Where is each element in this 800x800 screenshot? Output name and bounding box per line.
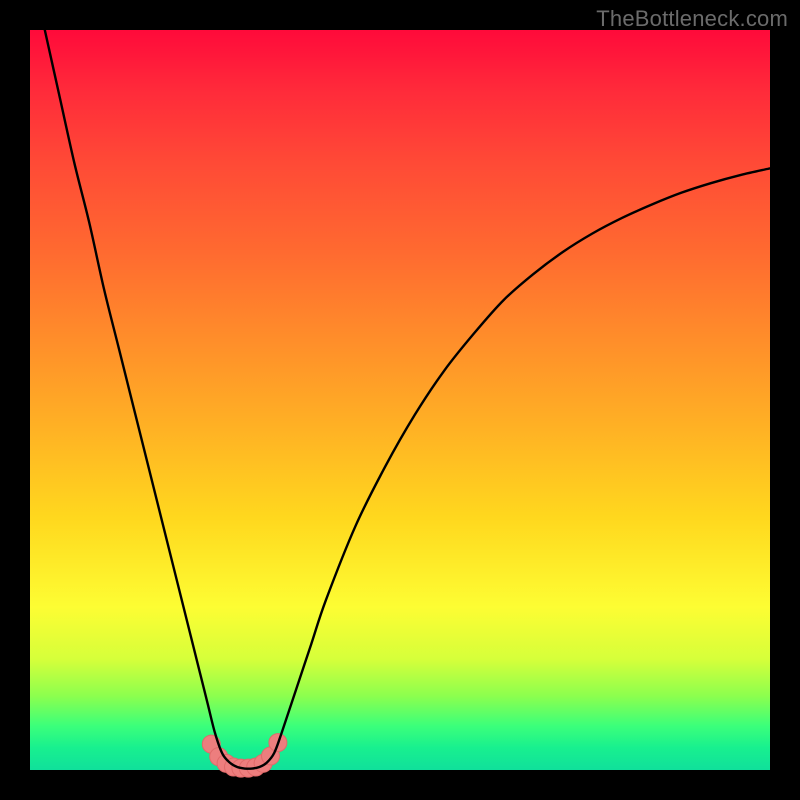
plot-area	[30, 30, 770, 770]
watermark-text: TheBottleneck.com	[596, 6, 788, 32]
bottleneck-curve	[45, 30, 770, 769]
chart-frame: TheBottleneck.com	[0, 0, 800, 800]
chart-svg	[30, 30, 770, 770]
